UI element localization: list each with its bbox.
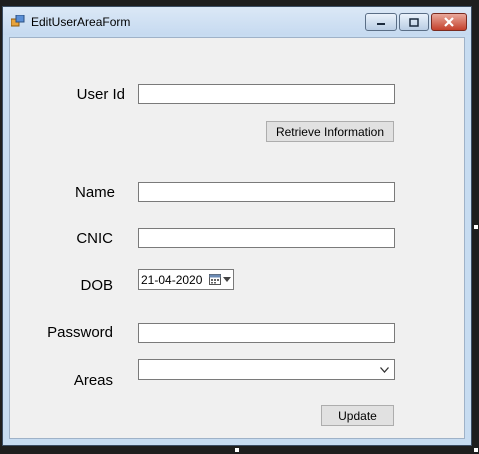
update-button[interactable]: Update: [321, 405, 394, 426]
cnic-input[interactable]: [138, 228, 395, 248]
cnic-label: CNIC: [76, 230, 113, 247]
minimize-icon: [377, 23, 385, 25]
form-client-area: User Id Retrieve Information Name CNIC D…: [9, 37, 465, 439]
name-input[interactable]: [138, 182, 395, 202]
close-button[interactable]: [431, 13, 467, 31]
retrieve-information-button[interactable]: Retrieve Information: [266, 121, 394, 142]
calendar-icon[interactable]: [209, 274, 221, 285]
title-bar[interactable]: EditUserAreaForm: [3, 7, 471, 35]
dob-date-picker[interactable]: 21-04-2020: [138, 269, 234, 290]
name-label: Name: [74, 184, 115, 201]
resize-grip-right[interactable]: [474, 225, 478, 229]
password-label: Password: [47, 324, 113, 341]
dob-label: DOB: [80, 277, 113, 294]
app-icon: [11, 15, 25, 27]
areas-label: Areas: [73, 372, 113, 389]
user-id-input[interactable]: [138, 84, 395, 104]
window-title: EditUserAreaForm: [31, 15, 131, 29]
close-icon: [444, 17, 454, 27]
maximize-icon: [409, 17, 419, 27]
resize-grip-corner[interactable]: [474, 448, 478, 452]
date-dropdown-icon[interactable]: [223, 277, 231, 283]
dob-value: 21-04-2020: [141, 273, 203, 287]
password-input[interactable]: [138, 323, 395, 343]
user-id-label: User Id: [76, 86, 125, 103]
edit-user-area-window: EditUserAreaForm User Id Retrieve Inform…: [2, 6, 472, 446]
areas-dropdown[interactable]: [138, 359, 395, 380]
chevron-down-icon[interactable]: [380, 367, 389, 373]
maximize-button[interactable]: [399, 13, 429, 31]
minimize-button[interactable]: [365, 13, 397, 31]
resize-grip-bottom[interactable]: [235, 448, 239, 452]
